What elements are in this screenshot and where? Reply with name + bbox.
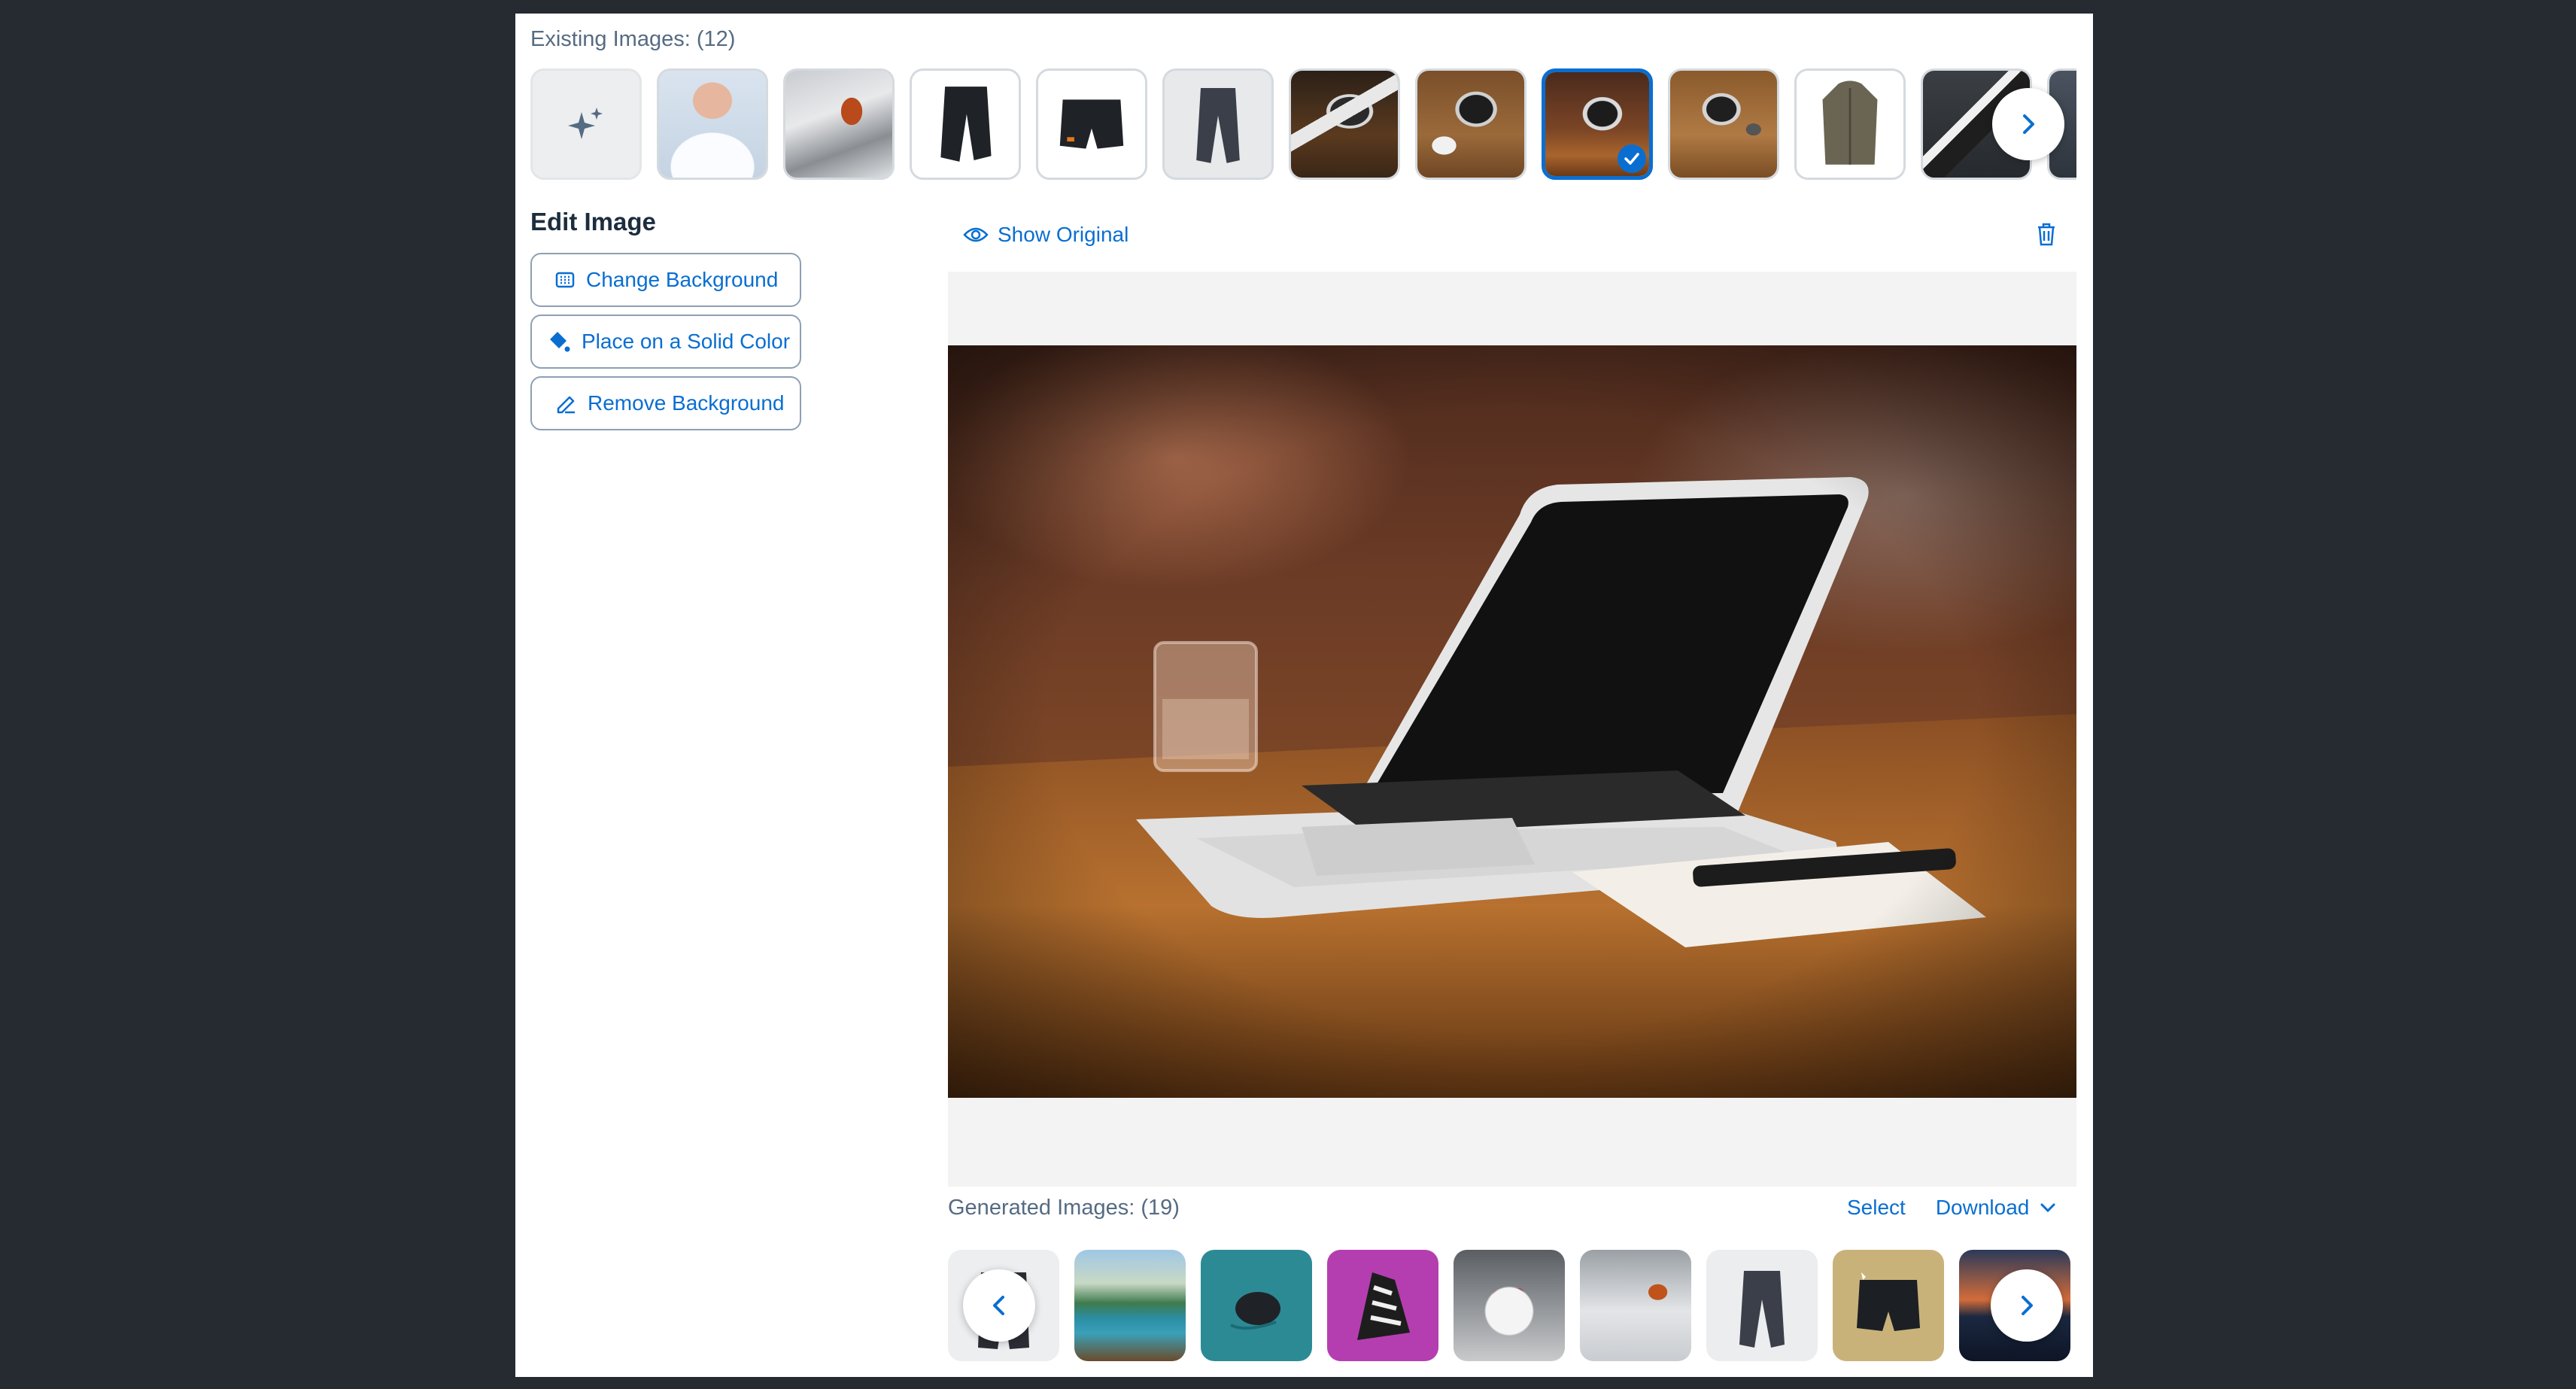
existing-images-label: Existing Images: (12) [530,27,736,51]
dessert-image [1454,1250,1565,1361]
sparkle-icon [568,108,603,139]
change-background-label: Change Background [586,268,779,291]
delete-image-button[interactable] [2035,221,2058,251]
solid-color-button[interactable]: Place on a Solid Color [530,315,801,369]
show-original-link[interactable]: Show Original [963,223,1129,247]
jacket-image [1822,81,1878,165]
shorts-image [1857,1272,1920,1331]
existing-thumb-nurse[interactable] [657,68,768,180]
mouse-image [1230,1292,1280,1330]
background-pattern-icon [555,272,575,288]
generated-thumb-lake[interactable] [1074,1250,1186,1361]
chevron-down-icon [2040,1203,2055,1213]
trash-icon [2038,223,2055,246]
sneaker-image [1357,1272,1410,1340]
generate-image-tile[interactable] [530,68,642,180]
chevron-right-icon [2023,114,2034,134]
generated-thumb-joggers[interactable] [1706,1250,1818,1361]
solid-color-label: Place on a Solid Color [582,330,791,353]
laptop-desk-image [1417,71,1524,178]
paint-bucket-icon [550,332,570,352]
snowboarder-image [785,71,892,178]
laptop-desk-image [1291,71,1398,178]
generated-thumb-sneaker[interactable] [1327,1250,1438,1361]
generated-thumb-dessert[interactable] [1454,1250,1565,1361]
mountain-lake-image [1074,1250,1186,1361]
remove-background-button[interactable]: Remove Background [530,376,801,430]
edit-image-title: Edit Image [530,208,656,236]
download-label: Download [1935,1196,2030,1219]
eye-icon [963,227,989,242]
shorts-image [1059,99,1124,149]
image-preview-canvas [948,272,2076,1187]
generated-thumb-snow[interactable] [1580,1250,1691,1361]
generated-thumb-mouse[interactable] [1201,1250,1312,1361]
eraser-icon [557,396,575,414]
remove-background-label: Remove Background [588,391,785,415]
chevron-left-icon [993,1296,1004,1315]
existing-thumb-joggers[interactable] [1162,68,1274,180]
laptop-illustration [948,345,2076,1098]
selected-check-icon [1618,144,1646,173]
existing-thumb-laptop-1[interactable] [1289,68,1400,180]
image-editor-panel: Existing Images: (12) Edit Image Change … [515,14,2093,1377]
capri-pants-image [940,87,992,162]
generated-actions: Select Download [1847,1196,2056,1220]
generated-images-label: Generated Images: (19) [948,1196,1180,1220]
select-link[interactable]: Select [1847,1196,1906,1220]
download-menu[interactable]: Download [1936,1196,2057,1220]
preview-image-laptop [948,345,2076,1098]
change-background-button[interactable]: Change Background [530,253,801,307]
existing-images-strip [530,68,2076,181]
existing-next-button[interactable] [1992,88,2064,160]
generated-prev-button[interactable] [963,1269,1035,1342]
nurse-image [659,71,766,178]
existing-thumb-laptop-2[interactable] [1415,68,1526,180]
generated-images-strip [948,1250,2076,1363]
laptop-desk-image [1670,71,1777,178]
existing-thumb-laptop-3[interactable] [1542,68,1653,180]
snowboarder-image [1580,1250,1691,1361]
existing-thumb-shorts[interactable] [1036,68,1147,180]
joggers-image [1196,88,1240,163]
generated-thumb-shorts[interactable] [1833,1250,1944,1361]
joggers-image [1739,1271,1785,1348]
generated-next-button[interactable] [1991,1269,2063,1342]
existing-thumb-snowboarder[interactable] [783,68,895,180]
existing-thumb-laptop-4[interactable] [1668,68,1779,180]
existing-thumb-capri-pants[interactable] [910,68,1021,180]
existing-thumb-jacket[interactable] [1794,68,1906,180]
show-original-label: Show Original [998,223,1129,246]
chevron-right-icon [2022,1296,2033,1315]
